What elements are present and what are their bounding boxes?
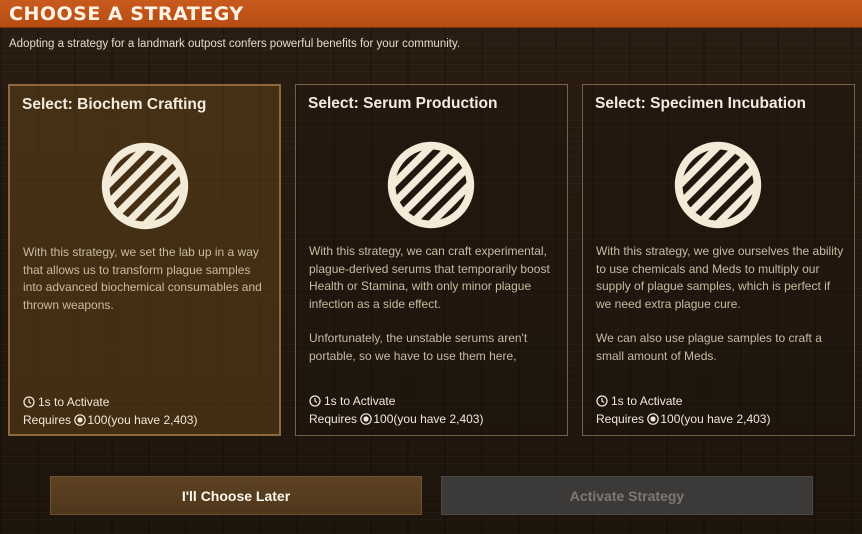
plague-sample-icon [647,413,660,425]
activate-time-label: 1s to Activate [611,394,683,408]
activate-time: 1s to Activate [23,393,197,411]
requirement: Requires 100 (you have 2,403) [23,411,197,429]
requires-amount: 100 [373,412,394,426]
activate-time: 1s to Activate [309,392,483,410]
requires-suffix: (you have 2,403) [680,412,771,426]
card-paragraph: We can also use plague samples to craft … [596,331,822,363]
card-paragraph: With this strategy, we set the lab up in… [23,245,262,312]
requires-suffix: (you have 2,403) [107,413,198,427]
requires-suffix: (you have 2,403) [393,412,484,426]
page-subtitle: Adopting a strategy for a landmark outpo… [9,38,461,50]
strategy-card-biochem-crafting[interactable]: Select: Biochem Crafting With this strat… [8,84,281,436]
activate-time-label: 1s to Activate [38,395,110,409]
striped-circle-icon [674,141,762,229]
card-title: Select: Serum Production [308,95,498,112]
card-title: Select: Biochem Crafting [22,96,207,113]
page-title: CHOOSE A STRATEGY [9,3,244,25]
header-bar: CHOOSE A STRATEGY [0,0,862,28]
card-paragraph: With this strategy, we can craft experim… [309,244,550,311]
card-paragraph: Unfortunately, the unstable serums aren'… [309,331,528,363]
plague-sample-icon [360,413,373,425]
card-footer: 1s to Activate Requires 100 (you have 2,… [596,392,770,428]
requires-prefix: Requires [23,413,72,427]
card-title: Select: Specimen Incubation [595,95,807,112]
requirement: Requires 100 (you have 2,403) [596,410,770,428]
card-footer: 1s to Activate Requires 100 (you have 2,… [309,392,483,428]
card-paragraph: With this strategy, we give ourselves th… [596,244,844,311]
choose-later-button[interactable]: I'll Choose Later [50,476,422,515]
card-description: With this strategy, we give ourselves th… [596,243,846,382]
clock-icon [596,395,608,407]
strategy-card-serum-production[interactable]: Select: Serum Production With this strat… [295,84,568,436]
requires-amount: 100 [660,412,681,426]
card-description: With this strategy, we can craft experim… [309,243,559,382]
clock-icon [23,396,35,408]
activate-time: 1s to Activate [596,392,770,410]
card-footer: 1s to Activate Requires 100 (you have 2,… [23,393,197,429]
card-description: With this strategy, we set the lab up in… [23,244,273,331]
striped-circle-icon [387,141,475,229]
activate-time-label: 1s to Activate [324,394,396,408]
activate-strategy-button[interactable]: Activate Strategy [441,476,813,515]
strategy-card-specimen-incubation[interactable]: Select: Specimen Incubation With this st… [582,84,855,436]
requires-prefix: Requires [309,412,358,426]
plague-sample-icon [74,414,87,426]
clock-icon [309,395,321,407]
requirement: Requires 100 (you have 2,403) [309,410,483,428]
requires-amount: 100 [87,413,108,427]
requires-prefix: Requires [596,412,645,426]
striped-circle-icon [101,142,189,230]
